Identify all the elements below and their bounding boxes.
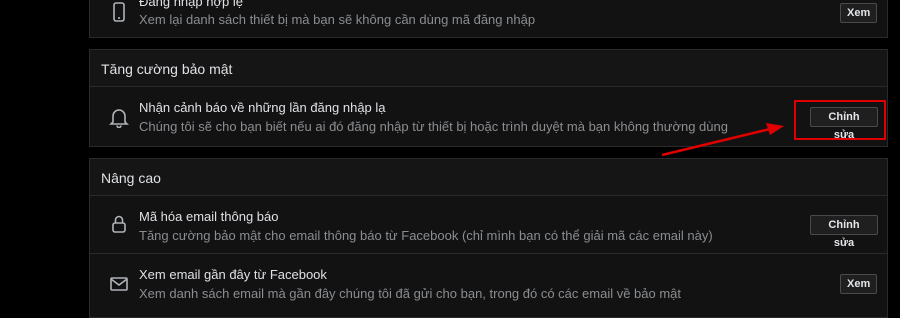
annotation-arrow bbox=[661, 123, 784, 157]
